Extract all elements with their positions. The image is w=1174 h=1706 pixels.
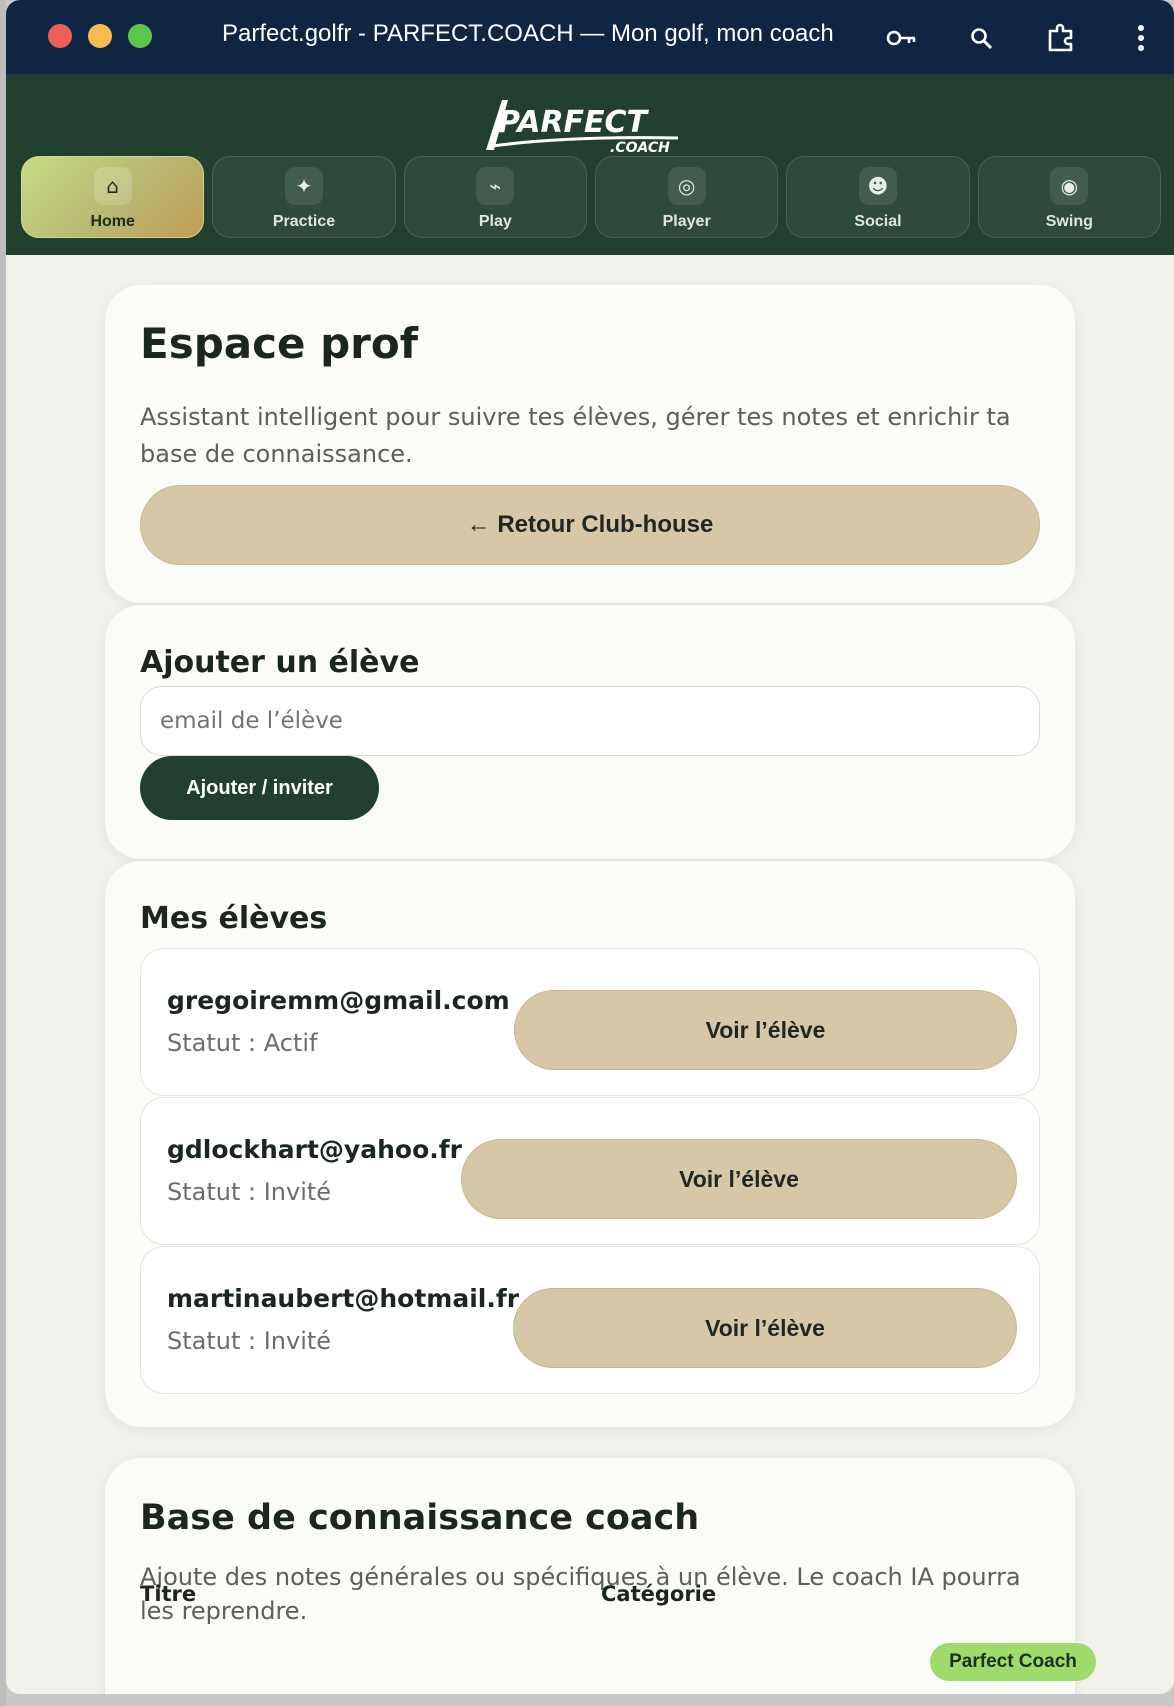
app-header: PARFECT .COACH ⌂ Home ✦ Practice ⌁ Play …: [6, 74, 1174, 255]
tab-label: Player: [662, 213, 711, 230]
back-club-house-button[interactable]: ← Retour Club-house: [140, 485, 1040, 565]
flag-icon: ⌁: [476, 167, 515, 205]
page-description: Assistant intelligent pour suivre tes él…: [140, 403, 1011, 468]
page-title: Espace prof: [140, 319, 419, 368]
tab-play[interactable]: ⌁ Play: [403, 156, 587, 238]
window-title: Parfect.golfr - PARFECT.COACH — Mon golf…: [222, 20, 834, 47]
tab-swing[interactable]: ◉ Swing: [977, 156, 1161, 238]
title-bar: Parfect.golfr - PARFECT.COACH — Mon golf…: [6, 0, 1174, 74]
tab-label: Social: [854, 213, 902, 230]
student-email: martinaubert@hotmail.fr: [167, 1284, 520, 1313]
add-student-title: Ajouter un élève: [140, 645, 420, 680]
tab-label: Home: [90, 213, 135, 230]
house-icon: ⌂: [93, 167, 132, 205]
student-email: gdlockhart@yahoo.fr: [167, 1135, 462, 1164]
my-students-title: Mes élèves: [140, 901, 328, 936]
tab-social[interactable]: ☻ Social: [786, 156, 970, 238]
student-email-input[interactable]: [140, 686, 1040, 756]
student-status: Statut : Invité: [167, 1178, 332, 1206]
tab-label: Swing: [1045, 213, 1093, 230]
search-icon[interactable]: [961, 18, 1001, 58]
my-students-card: Mes élèves gregoiremm@gmail.com Statut :…: [105, 861, 1075, 1427]
extensions-icon[interactable]: [1041, 18, 1081, 58]
tab-player[interactable]: ◎ Player: [594, 156, 779, 238]
more-menu-icon[interactable]: [1121, 18, 1161, 58]
teacher-space-card: Espace prof Assistant intelligent pour s…: [105, 285, 1075, 603]
tab-label: Play: [478, 213, 512, 230]
view-student-button[interactable]: Voir l’élève: [513, 1288, 1017, 1368]
key-icon[interactable]: [882, 18, 922, 58]
parfect-coach-logo[interactable]: PARFECT .COACH: [478, 92, 706, 158]
student-row: gregoiremm@gmail.com Statut : Actif Voir…: [140, 948, 1040, 1096]
main-nav-tabs: ⌂ Home ✦ Practice ⌁ Play ◎ Player ☻ Soci…: [21, 156, 1161, 240]
smile-icon: ☻: [858, 167, 897, 205]
zoom-window-button[interactable]: [128, 24, 152, 48]
view-student-button[interactable]: Voir l’élève: [461, 1139, 1017, 1219]
page-content: Espace prof Assistant intelligent pour s…: [6, 255, 1174, 1694]
logo-sub-text: .COACH: [610, 140, 670, 156]
add-student-card: Ajouter un élève Ajouter / inviter: [105, 605, 1075, 859]
knowledge-base-description: Ajoute des notes générales ou spécifique…: [140, 1563, 1021, 1625]
record-icon: ◉: [1050, 167, 1089, 205]
tab-practice[interactable]: ✦ Practice: [212, 156, 396, 238]
parfect-coach-badge[interactable]: Parfect Coach: [930, 1643, 1096, 1681]
student-row: gdlockhart@yahoo.fr Statut : Invité Voir…: [140, 1097, 1040, 1245]
student-status: Statut : Actif: [167, 1029, 318, 1057]
knowledge-base-title: Base de connaissance coach: [140, 1498, 700, 1538]
student-email: gregoiremm@gmail.com: [167, 986, 510, 1015]
title-field-label: Titre: [140, 1582, 197, 1606]
tab-label: Practice: [272, 213, 336, 230]
view-student-button[interactable]: Voir l’élève: [514, 990, 1017, 1070]
student-status: Statut : Invité: [167, 1327, 332, 1355]
add-invite-button[interactable]: Ajouter / inviter: [140, 756, 379, 820]
browser-window: Parfect.golfr - PARFECT.COACH — Mon golf…: [6, 0, 1174, 1694]
logo-main-text: PARFECT: [498, 105, 650, 140]
minimize-window-button[interactable]: [88, 24, 112, 48]
student-row: martinaubert@hotmail.fr Statut : Invité …: [140, 1246, 1040, 1394]
category-field-label: Catégorie: [601, 1582, 717, 1606]
sparkle-icon: ✦: [284, 167, 323, 205]
target-icon: ◎: [667, 167, 706, 205]
tab-home[interactable]: ⌂ Home: [21, 156, 205, 238]
close-window-button[interactable]: [48, 24, 72, 48]
